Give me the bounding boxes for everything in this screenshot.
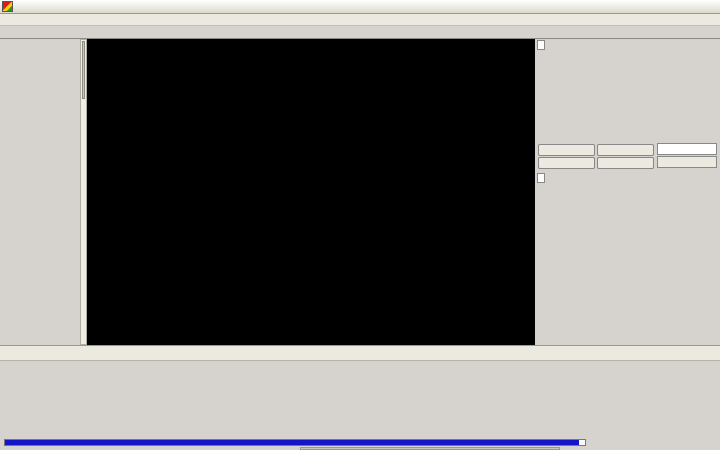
log-chart-area[interactable] xyxy=(87,39,535,345)
table-tab-vetable1[interactable] xyxy=(657,143,717,155)
ve-analyzer-button[interactable] xyxy=(538,157,595,169)
ve-table-header xyxy=(537,39,718,50)
open-tune-file-button[interactable] xyxy=(538,144,595,156)
app-icon xyxy=(2,1,13,12)
status-bar xyxy=(0,345,720,361)
afr-table-header xyxy=(537,172,718,183)
ve-table-title xyxy=(537,39,545,50)
title-bar xyxy=(0,0,720,14)
sidebar-title xyxy=(0,39,80,45)
log-position-fill xyxy=(5,440,580,445)
tune-panel xyxy=(535,39,720,345)
save-tune-as-button[interactable] xyxy=(597,157,654,169)
quick-views-sidebar xyxy=(0,39,80,345)
save-tune-button[interactable] xyxy=(597,144,654,156)
sidebar-scrollbar[interactable] xyxy=(80,39,87,345)
view-tabs xyxy=(0,26,720,39)
scrollbar-thumb[interactable] xyxy=(82,41,85,99)
log-position-bar[interactable] xyxy=(4,439,586,446)
menu-bar xyxy=(0,14,720,26)
table-tab-afrtable1[interactable] xyxy=(657,156,717,168)
afr-table-title xyxy=(537,172,545,183)
